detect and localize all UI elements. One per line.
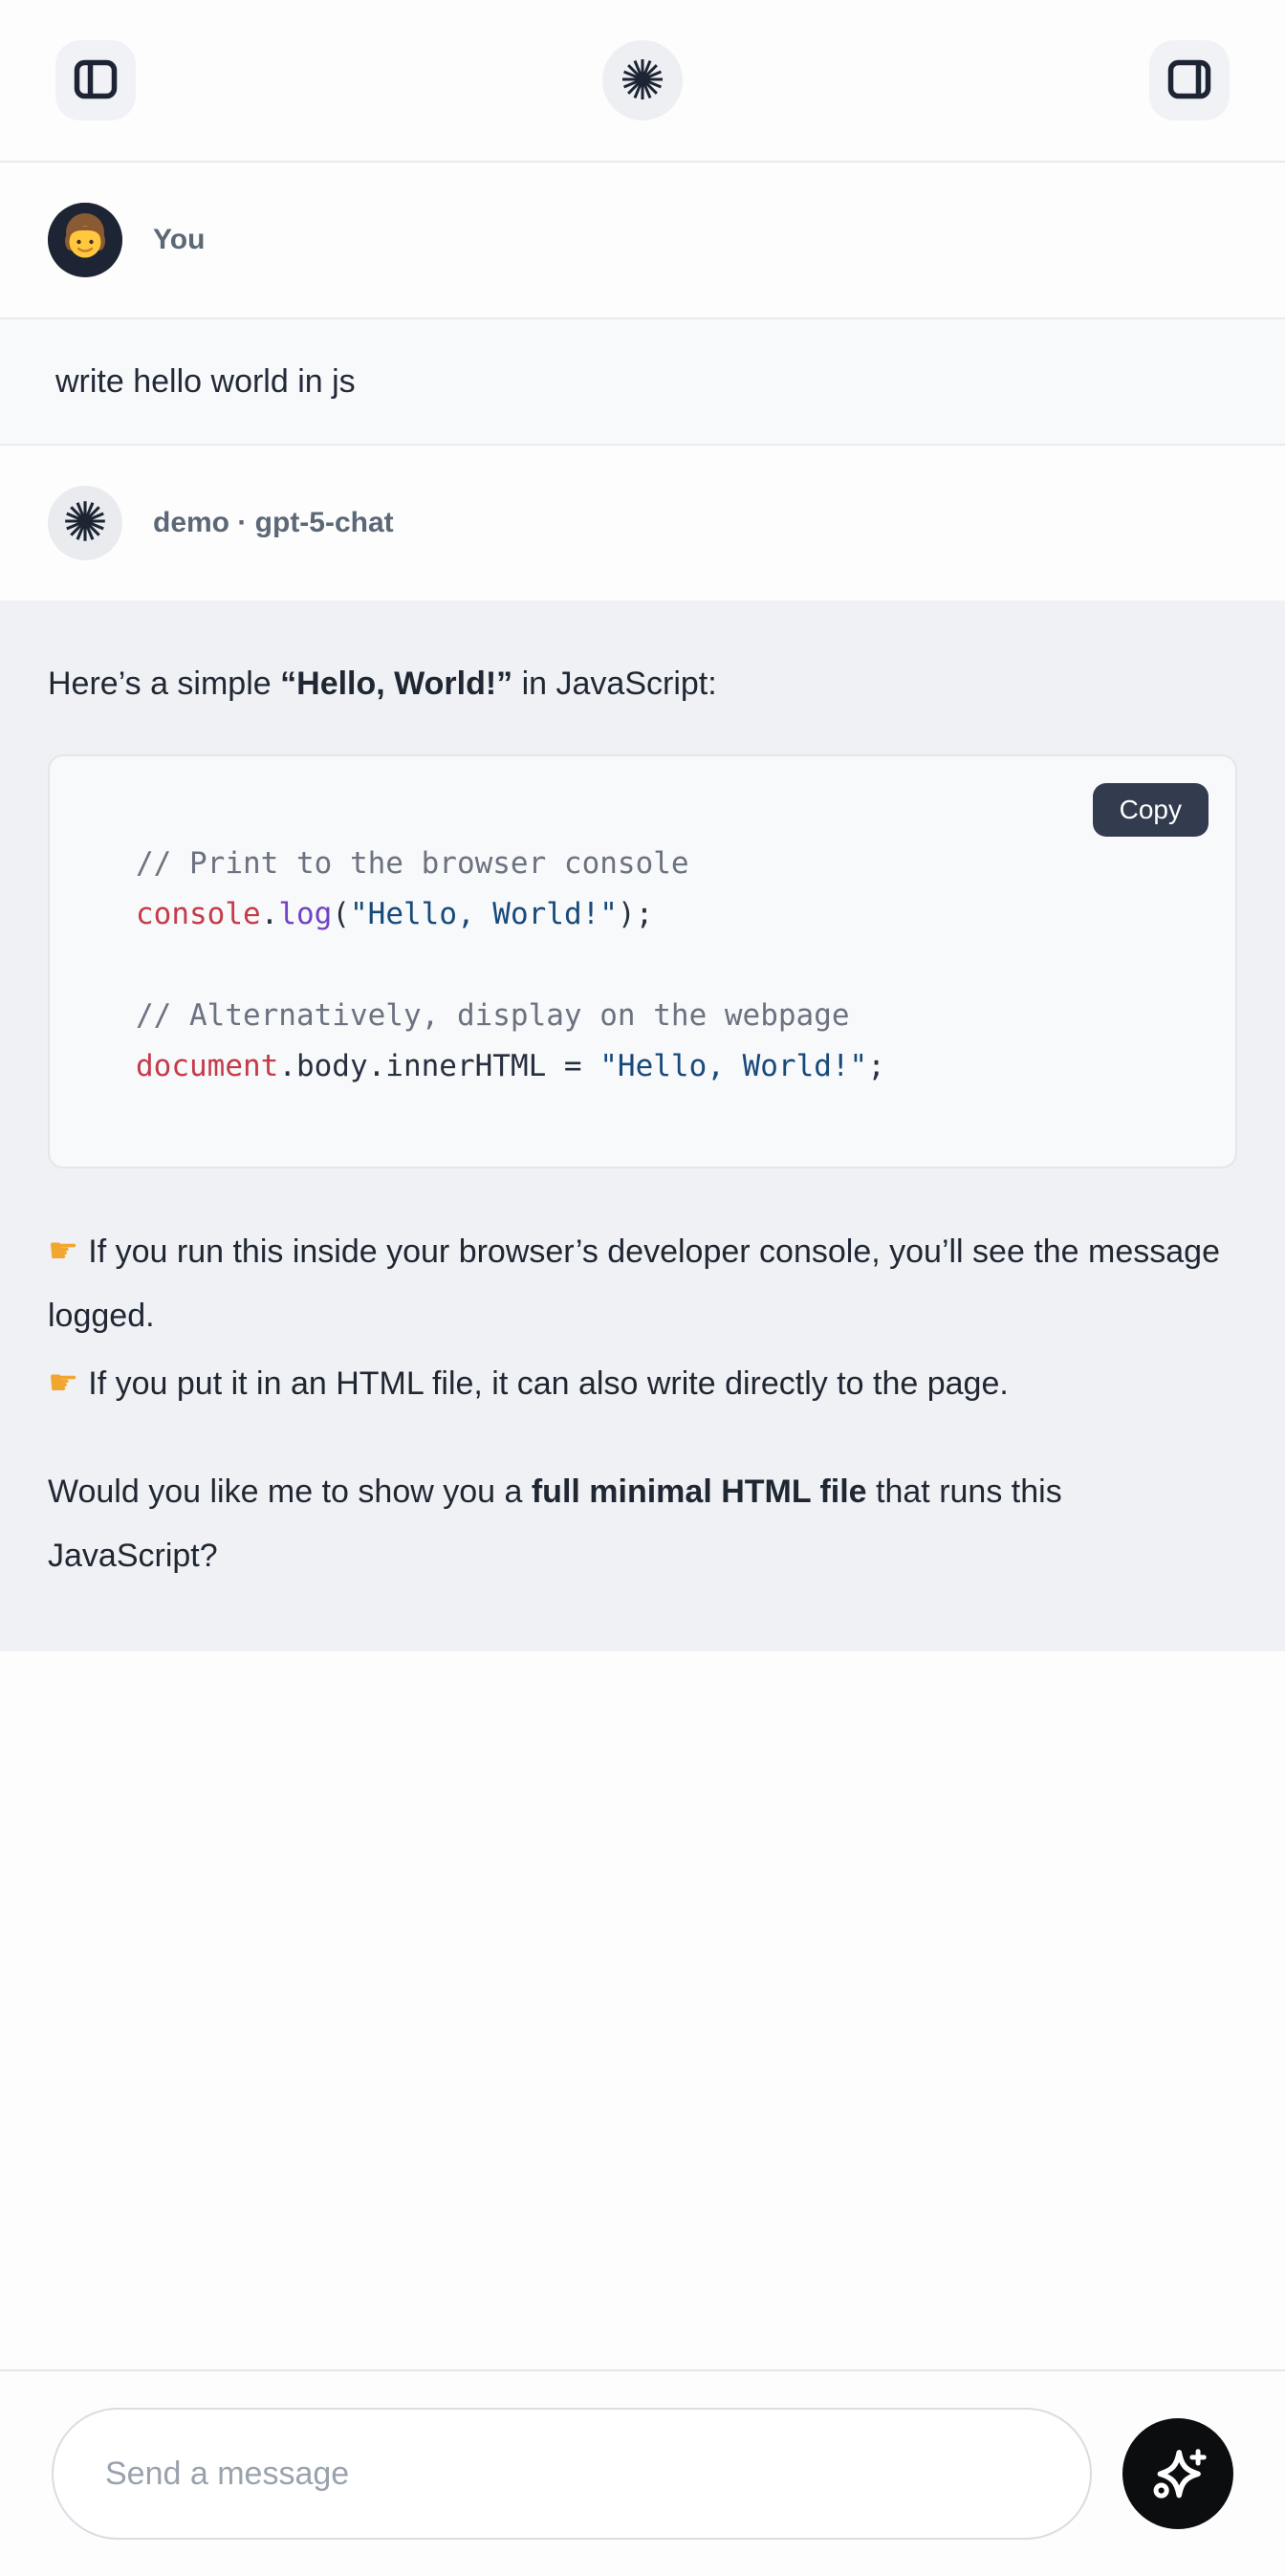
code-line: // Alternatively, display on the webpage: [136, 991, 1197, 1041]
assistant-avatar: [48, 486, 122, 560]
intro-bold-text: “Hello, World!”: [280, 666, 512, 702]
composer-bar: [0, 2369, 1285, 2576]
assistant-message: Here’s a simple “Hello, World!” in JavaS…: [0, 600, 1285, 1651]
intro-text-after: in JavaScript:: [512, 666, 717, 702]
assistant-intro-paragraph: Here’s a simple “Hello, World!” in JavaS…: [48, 652, 1237, 716]
pointing-hand-icon: ☛: [48, 1231, 78, 1270]
copy-button[interactable]: Copy: [1093, 783, 1209, 837]
closing-text: Would you like me to show you a: [48, 1474, 532, 1510]
message-input[interactable]: [52, 2408, 1092, 2540]
send-button[interactable]: [1122, 2418, 1233, 2529]
tip-text: If you put it in an HTML file, it can al…: [88, 1365, 1009, 1402]
assistant-author-name: demo · gpt-5-chat: [153, 507, 394, 539]
code-block: Copy // Print to the browser consolecons…: [48, 754, 1237, 1168]
code-line: document.body.innerHTML = "Hello, World!…: [136, 1041, 1197, 1092]
panel-left-icon: [74, 59, 118, 102]
right-panel-toggle-button[interactable]: [1149, 40, 1230, 120]
code-content: // Print to the browser consoleconsole.l…: [136, 839, 1197, 1092]
code-line: [136, 940, 1197, 991]
assistant-closing-paragraph: Would you like me to show you a full min…: [48, 1460, 1237, 1588]
starburst-icon: [60, 496, 110, 551]
assistant-author-row: demo · gpt-5-chat: [0, 446, 1285, 600]
code-line: console.log("Hello, World!");: [136, 889, 1197, 940]
person-emoji-icon: [48, 203, 122, 277]
user-author-name: You: [153, 224, 205, 256]
user-message-text: write hello world in js: [55, 363, 356, 400]
user-author-row: You: [0, 163, 1285, 317]
top-bar: [0, 0, 1285, 163]
sparkle-icon: [1148, 2443, 1208, 2505]
pointing-hand-icon: ☛: [48, 1363, 78, 1402]
user-avatar: [48, 203, 122, 277]
tip-paragraph: ☛ If you put it in an HTML file, it can a…: [48, 1350, 1237, 1416]
code-line: // Print to the browser console: [136, 839, 1197, 889]
tip-paragraph: ☛If you run this inside your browser’s d…: [48, 1218, 1237, 1348]
panel-right-icon: [1167, 59, 1211, 102]
user-message: write hello world in js: [0, 317, 1285, 446]
starburst-icon: [619, 55, 666, 106]
sidebar-toggle-button[interactable]: [55, 40, 136, 120]
tip-text: If you run this inside your browser’s de…: [48, 1233, 1220, 1334]
intro-text: Here’s a simple: [48, 666, 280, 702]
model-logo-button[interactable]: [602, 40, 683, 120]
closing-bold-text: full minimal HTML file: [532, 1474, 867, 1510]
